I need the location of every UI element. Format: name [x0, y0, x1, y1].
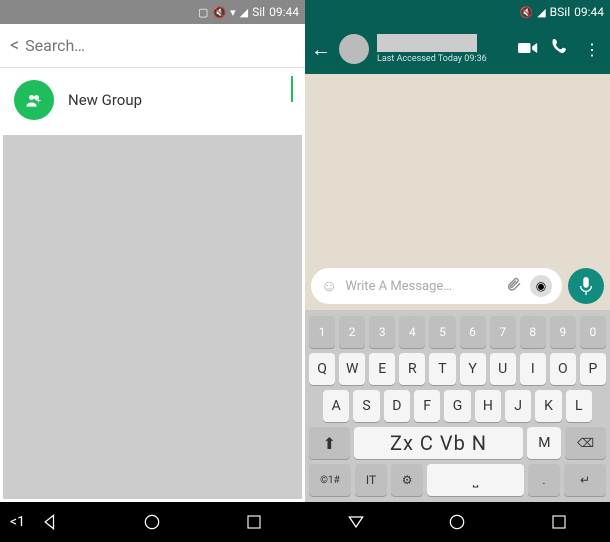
nav-home-icon[interactable]	[141, 511, 163, 533]
content-placeholder	[3, 135, 302, 499]
key-4[interactable]: 4	[399, 316, 425, 348]
kb-row-2: ASDFGHJKL	[309, 390, 606, 422]
data-icon: ◢	[240, 6, 248, 19]
chat-header: ← Last Accessed Today 09:36 ⋮	[305, 24, 610, 74]
avatar[interactable]	[339, 34, 369, 64]
contacts-screen: ▢ 🔇 ▾ ◢ Sil 09:44 < New Group	[0, 0, 305, 502]
wifi-icon: ▾	[230, 6, 236, 19]
settings-key[interactable]: ⚙	[391, 464, 423, 496]
enter-key[interactable]: ↵	[564, 464, 606, 496]
backspace-key[interactable]: ⌫	[565, 427, 606, 459]
attach-icon[interactable]	[506, 276, 522, 296]
symbols-key[interactable]: ©1#	[309, 464, 351, 496]
signal-label: BSil	[550, 5, 570, 19]
signal-icon: ◢	[537, 6, 545, 19]
lang-key[interactable]: IT	[355, 464, 387, 496]
key-2[interactable]: 2	[339, 316, 365, 348]
search-input[interactable]	[25, 36, 295, 55]
text-cursor	[291, 76, 293, 102]
key-d[interactable]: D	[384, 390, 410, 422]
key-0[interactable]: 0	[580, 316, 606, 348]
new-group-label: New Group	[68, 91, 142, 109]
key-3[interactable]: 3	[369, 316, 395, 348]
kb-row-3: ⬆ Zx C Vb N M ⌫	[309, 427, 606, 459]
nav-recent-icon[interactable]	[548, 511, 570, 533]
back-icon[interactable]: <	[10, 35, 19, 56]
nav-right	[305, 502, 610, 542]
picture-icon: ▢	[198, 6, 208, 19]
key-w[interactable]: W	[339, 353, 365, 385]
nav-count: <1	[10, 514, 25, 530]
key-t[interactable]: T	[429, 353, 455, 385]
key-9[interactable]: 9	[550, 316, 576, 348]
key-y[interactable]: Y	[460, 353, 486, 385]
nav-back-icon[interactable]	[345, 511, 367, 533]
key-l[interactable]: L	[566, 390, 592, 422]
nav-recent-icon[interactable]	[243, 511, 265, 533]
last-access-label: Last Accessed Today 09:36	[377, 54, 508, 64]
nav-back-icon[interactable]	[40, 511, 62, 533]
chat-screen: 🔇 ◢ BSil 09:44 ← Last Accessed Today 09:…	[305, 0, 610, 502]
camera-icon[interactable]: ◉	[530, 275, 552, 297]
key-u[interactable]: U	[490, 353, 516, 385]
key-g[interactable]: G	[444, 390, 470, 422]
status-bar-left: ▢ 🔇 ▾ ◢ Sil 09:44	[0, 0, 305, 24]
key-i[interactable]: I	[520, 353, 546, 385]
key-r[interactable]: R	[399, 353, 425, 385]
mic-button[interactable]	[568, 268, 604, 304]
signal-label: Sil	[252, 5, 265, 19]
shift-key[interactable]: ⬆	[309, 427, 350, 459]
status-bar-right: 🔇 ◢ BSil 09:44	[305, 0, 610, 24]
message-input-bar: ☺ Write A Message… ◉	[305, 262, 610, 310]
key-p[interactable]: P	[580, 353, 606, 385]
kb-row-nums: 1234567890	[309, 316, 606, 348]
key-h[interactable]: H	[475, 390, 501, 422]
mute-icon: 🔇	[520, 6, 534, 19]
search-bar[interactable]: <	[0, 24, 305, 68]
key-j[interactable]: J	[505, 390, 531, 422]
back-arrow-icon[interactable]: ←	[311, 37, 331, 62]
key-1[interactable]: 1	[309, 316, 335, 348]
kb-row-1: QWERTYUIOP	[309, 353, 606, 385]
key-m[interactable]: M	[527, 427, 561, 459]
kb-row-bottom: ©1# IT ⚙ ⎵ . ↵	[309, 464, 606, 496]
new-group-row[interactable]: New Group	[0, 68, 305, 132]
key-8[interactable]: 8	[520, 316, 546, 348]
call-icon[interactable]	[548, 38, 572, 60]
key-k[interactable]: K	[535, 390, 561, 422]
key-e[interactable]: E	[369, 353, 395, 385]
period-key[interactable]: .	[528, 464, 560, 496]
chat-background	[305, 74, 610, 262]
contact-info[interactable]: Last Accessed Today 09:36	[377, 34, 508, 64]
message-placeholder: Write A Message…	[345, 279, 498, 294]
clock: 09:44	[574, 5, 604, 19]
menu-icon[interactable]: ⋮	[580, 40, 604, 59]
system-nav: <1	[0, 502, 610, 542]
mute-icon: 🔇	[212, 6, 226, 19]
key-group-zxcvbn[interactable]: Zx C Vb N	[354, 427, 524, 459]
nav-home-icon[interactable]	[446, 511, 468, 533]
key-5[interactable]: 5	[429, 316, 455, 348]
key-6[interactable]: 6	[460, 316, 486, 348]
key-q[interactable]: Q	[309, 353, 335, 385]
contact-name-redacted	[377, 34, 477, 52]
emoji-icon[interactable]: ☺	[321, 276, 337, 296]
group-add-icon	[14, 80, 54, 120]
key-f[interactable]: F	[414, 390, 440, 422]
space-key[interactable]: ⎵	[427, 464, 524, 496]
key-a[interactable]: A	[323, 390, 349, 422]
nav-left: <1	[0, 502, 305, 542]
clock: 09:44	[269, 5, 299, 19]
key-o[interactable]: O	[550, 353, 576, 385]
video-call-icon[interactable]	[516, 40, 540, 59]
key-7[interactable]: 7	[490, 316, 516, 348]
message-input[interactable]: ☺ Write A Message… ◉	[311, 268, 562, 304]
key-s[interactable]: S	[353, 390, 379, 422]
keyboard: 1234567890 QWERTYUIOP ASDFGHJKL ⬆ Zx C V…	[305, 310, 610, 502]
